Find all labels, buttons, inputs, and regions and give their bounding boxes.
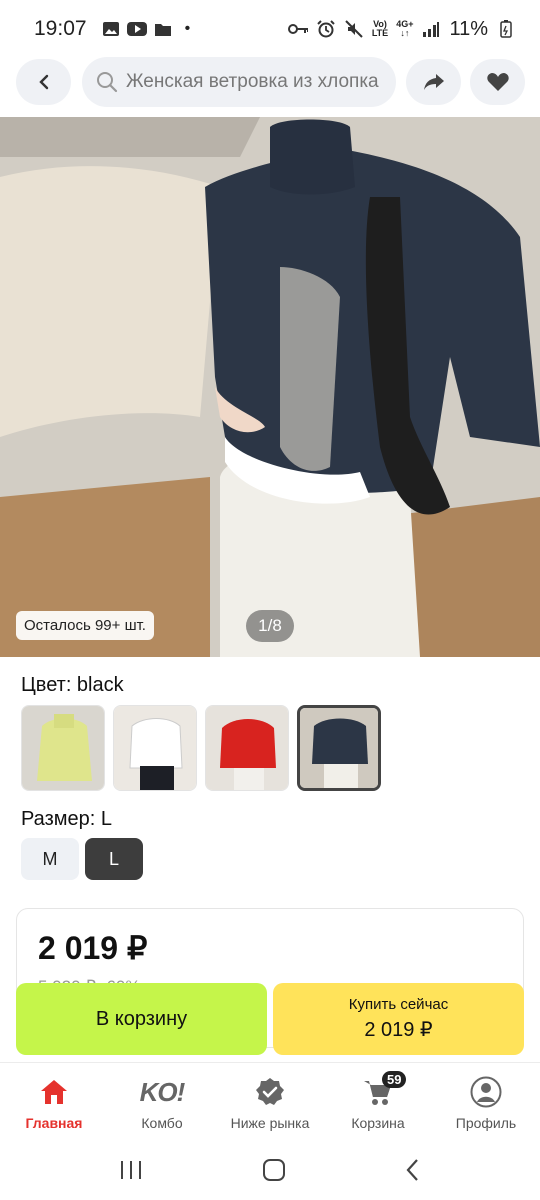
gallery-icon <box>101 20 121 38</box>
color-swatch-yellow[interactable] <box>21 705 105 791</box>
battery-percent: 11% <box>449 17 488 40</box>
status-bar: 19:07 • Vo) LTE 4G+ ↓↑ 11% <box>0 0 540 58</box>
nav-home[interactable]: Главная <box>0 1063 108 1144</box>
youtube-icon <box>126 20 147 38</box>
nav-cart[interactable]: 59 Корзина <box>324 1063 432 1144</box>
nav-combo-label: Комбо <box>141 1115 183 1131</box>
nav-combo[interactable]: KO! Комбо <box>108 1063 216 1144</box>
volte-indicator: Vo) LTE <box>371 19 389 38</box>
current-price: 2 019 ₽ <box>38 930 148 966</box>
stock-badge: Осталось 99+ шт. <box>16 611 154 640</box>
chevron-left-icon <box>38 74 48 90</box>
photo-counter: 1/8 <box>246 610 294 642</box>
profile-icon <box>470 1075 502 1109</box>
favorite-button[interactable] <box>470 59 525 105</box>
key-icon <box>287 20 308 38</box>
nav-profile-label: Профиль <box>455 1115 517 1131</box>
share-button[interactable] <box>406 59 461 105</box>
search-query: Женская ветровка из хлопка <box>126 71 379 92</box>
color-swatch-white[interactable] <box>113 705 197 791</box>
folder-icon <box>153 20 173 38</box>
nav-cart-label: Корзина <box>351 1115 405 1131</box>
add-to-cart-button[interactable]: В корзину <box>16 983 267 1055</box>
status-time: 19:07 <box>34 17 87 40</box>
top-navigation: Женская ветровка из хлопка <box>0 57 540 107</box>
recent-apps-icon[interactable] <box>119 1159 143 1186</box>
status-dot: • <box>184 20 191 37</box>
color-swatches <box>21 705 381 791</box>
nav-below-market-label: Ниже рынка <box>230 1115 310 1131</box>
alarm-icon <box>316 20 336 38</box>
buy-now-label: Купить сейчас <box>348 996 449 1013</box>
ko-logo: KO! <box>139 1076 186 1107</box>
size-option-l[interactable]: L <box>85 838 143 880</box>
home-icon <box>39 1075 69 1109</box>
signal-icon <box>421 20 441 38</box>
size-options: M L <box>21 838 143 880</box>
badge-check-icon <box>255 1075 285 1109</box>
mute-icon <box>344 20 364 38</box>
cart-badge: 59 <box>382 1071 407 1088</box>
color-swatch-black[interactable] <box>297 705 381 791</box>
buy-now-price: 2 019 ₽ <box>364 1019 433 1041</box>
add-to-cart-label: В корзину <box>95 1007 188 1030</box>
nav-below-market[interactable]: Ниже рынка <box>216 1063 324 1144</box>
color-swatch-red[interactable] <box>205 705 289 791</box>
bottom-navigation: Главная KO! Комбо Ниже рынка 59 Корзина … <box>0 1062 540 1144</box>
buy-now-button[interactable]: Купить сейчас 2 019 ₽ <box>273 983 524 1055</box>
network-gen-indicator: 4G+ ↓↑ <box>396 19 414 38</box>
system-navigation <box>0 1144 540 1200</box>
color-label: Цвет: black <box>21 674 124 696</box>
heart-icon <box>486 73 509 91</box>
battery-icon <box>496 20 516 38</box>
size-option-m[interactable]: M <box>21 838 79 880</box>
back-button[interactable] <box>16 59 71 105</box>
search-input[interactable]: Женская ветровка из хлопка <box>82 57 396 107</box>
product-photo[interactable] <box>0 117 540 657</box>
home-system-icon[interactable] <box>262 1158 286 1187</box>
search-icon <box>97 72 118 93</box>
size-label: Размер: L <box>21 808 112 830</box>
share-arrow-icon <box>423 74 444 90</box>
system-back-icon[interactable] <box>405 1158 421 1187</box>
nav-home-label: Главная <box>25 1115 83 1131</box>
nav-profile[interactable]: Профиль <box>432 1063 540 1144</box>
